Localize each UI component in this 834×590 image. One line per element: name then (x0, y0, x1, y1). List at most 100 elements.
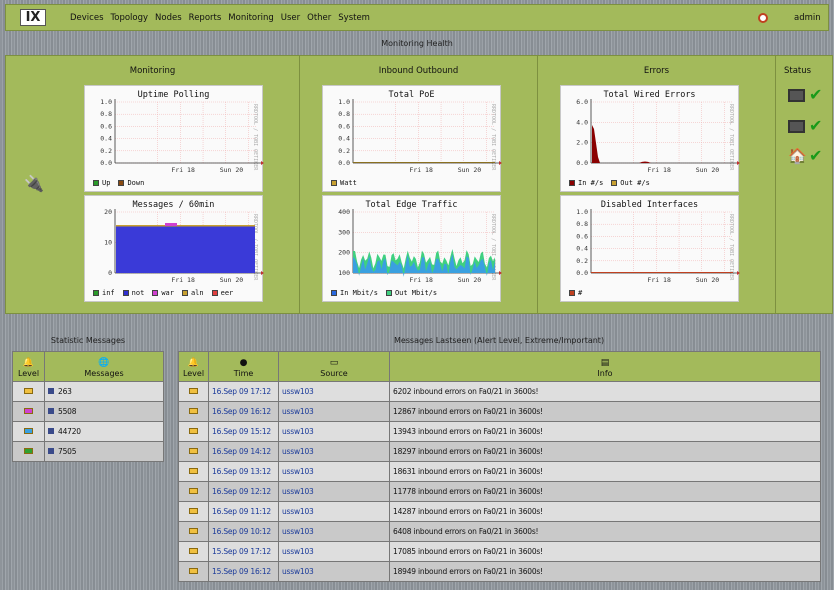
folder-icon (189, 388, 198, 394)
x-tick-label: Fri 18 (171, 166, 195, 174)
menu-devices[interactable]: Devices (70, 13, 104, 23)
message-row[interactable]: 16.Sep 09 13:12 ussw103 18631 inbound erro… (178, 461, 821, 482)
level-header: 🔔 Level (12, 351, 45, 382)
menu-other[interactable]: Other (307, 13, 331, 23)
source-cell[interactable]: ussw103 (278, 421, 390, 442)
graph-legend: In #/s Out #/s (569, 179, 650, 187)
time-cell[interactable]: 15.Sep 09 16:12 (208, 561, 279, 582)
folder-icon (189, 548, 198, 554)
y-tick-label: 2.0 (576, 139, 588, 147)
message-row[interactable]: 15.Sep 09 16:12 ussw103 18949 inbound erro… (178, 561, 821, 582)
y-tick-label: 20 (104, 208, 112, 216)
source-cell[interactable]: ussw103 (278, 441, 390, 462)
folder-icon (24, 388, 33, 394)
level-cell (178, 521, 209, 542)
device-icon: ▭ (329, 358, 339, 368)
y-tick-label: 400 (338, 208, 350, 216)
total-wired-errors-graph[interactable]: Total Wired Errors RRDTOOL / TOBI OETIKER… (560, 85, 740, 192)
time-cell[interactable]: 16.Sep 09 17:12 (208, 381, 279, 402)
y-tick-label: 0.6 (576, 232, 588, 240)
message-row[interactable]: 16.Sep 09 10:12 ussw103 6408 inbound error… (178, 521, 821, 542)
stats-row[interactable]: 5508 (12, 401, 164, 422)
uptime-polling-graph[interactable]: Uptime Polling RRDTOOL / TOBI OETIKER 1.0 0… (84, 85, 264, 192)
status-row: ✔ (788, 87, 822, 103)
folder-icon (24, 448, 33, 454)
time-cell[interactable]: 16.Sep 09 16:12 (208, 401, 279, 422)
menu-reports[interactable]: Reports (189, 13, 222, 23)
info-cell: 18297 inbound errors on Fa0/21 in 3600s! (389, 441, 821, 462)
menu-topology[interactable]: Topology (111, 13, 149, 23)
legend-item: eer (211, 289, 233, 297)
menu-monitoring[interactable]: Monitoring (228, 13, 273, 23)
menu-nodes[interactable]: Nodes (155, 13, 182, 23)
column-title: Errors (643, 66, 670, 76)
x-tick-label: Sun 20 (696, 166, 720, 174)
messages-area (116, 226, 255, 273)
info-icon: ▤ (600, 358, 610, 368)
messages-graph[interactable]: Messages / 60minRRDTOOL / TOBI OETIKER20… (84, 195, 264, 302)
source-cell[interactable]: ussw103 (278, 481, 390, 502)
source-header[interactable]: ▭ Source (278, 351, 390, 382)
list-icon (48, 388, 54, 394)
time-cell[interactable]: 16.Sep 09 15:12 (208, 421, 279, 442)
message-row[interactable]: 16.Sep 09 17:12 ussw103 6202 inbound error… (178, 381, 821, 402)
menu-system[interactable]: System (338, 13, 370, 23)
graph-legend: In Mbit/s Out Mbit/s (331, 289, 437, 297)
globe-icon: 🌐 (98, 358, 110, 368)
time-header[interactable]: ● Time (208, 351, 279, 382)
time-cell[interactable]: 15.Sep 09 17:12 (208, 541, 279, 562)
plug-icon: 🔌 (24, 174, 44, 193)
graph-legend: inf not war aln eer (93, 289, 233, 297)
legend-item: war (152, 289, 174, 297)
info-header[interactable]: ▤ Info (389, 351, 821, 382)
source-cell[interactable]: ussw103 (278, 561, 390, 582)
x-tick-label: Sun 20 (220, 276, 244, 284)
health-title: Monitoring Health (381, 39, 453, 48)
app-logo[interactable]: IX (20, 9, 46, 26)
check-icon: ✔ (809, 116, 823, 135)
level-cell (178, 501, 209, 522)
stats-row[interactable]: 44720 (12, 421, 164, 442)
main-menu: Devices Topology Nodes Reports Monitorin… (70, 13, 370, 23)
message-row[interactable]: 16.Sep 09 15:12 ussw103 13943 inbound erro… (178, 421, 821, 442)
message-row[interactable]: 15.Sep 09 17:12 ussw103 17085 inbound erro… (178, 541, 821, 562)
user-icon[interactable] (758, 13, 768, 23)
home-icon[interactable]: 🏠 (788, 147, 807, 165)
message-count: 5508 (58, 407, 77, 416)
y-tick-label: 0.6 (338, 122, 350, 130)
time-cell[interactable]: 16.Sep 09 13:12 (208, 461, 279, 482)
menu-user[interactable]: User (281, 13, 300, 23)
message-count: 44720 (58, 427, 81, 436)
folder-icon (189, 468, 198, 474)
source-cell[interactable]: ussw103 (278, 541, 390, 562)
time-cell[interactable]: 16.Sep 09 11:12 (208, 501, 279, 522)
source-cell[interactable]: ussw103 (278, 521, 390, 542)
source-cell[interactable]: ussw103 (278, 501, 390, 522)
time-cell[interactable]: 16.Sep 09 10:12 (208, 521, 279, 542)
message-row[interactable]: 16.Sep 09 12:12 ussw103 11778 inbound erro… (178, 481, 821, 502)
time-cell[interactable]: 16.Sep 09 12:12 (208, 481, 279, 502)
disabled-interfaces-graph[interactable]: Disabled Interfaces RRDTOOL / TOBI OETIKE… (560, 195, 740, 302)
y-tick-label: 4.0 (576, 118, 588, 126)
user-name[interactable]: admin (794, 13, 821, 23)
source-cell[interactable]: ussw103 (278, 401, 390, 422)
source-cell[interactable]: ussw103 (278, 381, 390, 402)
stats-row[interactable]: 263 (12, 381, 164, 402)
lastseen-title: Messages Lastseen (Alert Level, Extreme/… (393, 336, 605, 345)
level-cell (12, 441, 45, 462)
total-poe-graph[interactable]: Total PoE RRDTOOL / TOBI OETIKER 1.0 0.8 0.6… (322, 85, 502, 192)
stats-row[interactable]: 7505 (12, 441, 164, 462)
message-row[interactable]: 16.Sep 09 14:12 ussw103 18297 inbound erro… (178, 441, 821, 462)
x-tick-label: Sun 20 (458, 166, 482, 174)
info-cell: 17085 inbound errors on Fa0/21 in 3600s! (389, 541, 821, 562)
total-edge-traffic-graph[interactable]: Total Edge Traffic RRDTOOL / TOBI OETIKER… (322, 195, 502, 302)
column-title: Monitoring (129, 66, 176, 76)
message-row[interactable]: 16.Sep 09 11:12 ussw103 14287 inbound erro… (178, 501, 821, 522)
monitor-icon[interactable] (788, 88, 805, 102)
source-cell[interactable]: ussw103 (278, 461, 390, 482)
y-tick-label: 10 (104, 239, 112, 247)
time-cell[interactable]: 16.Sep 09 14:12 (208, 441, 279, 462)
message-row[interactable]: 16.Sep 09 16:12 ussw103 12867 inbound erro… (178, 401, 821, 422)
monitoring-health-panel: Monitoring 🔌 Inbound Outbound Errors Sta… (5, 55, 833, 314)
monitor-icon[interactable] (788, 119, 805, 133)
